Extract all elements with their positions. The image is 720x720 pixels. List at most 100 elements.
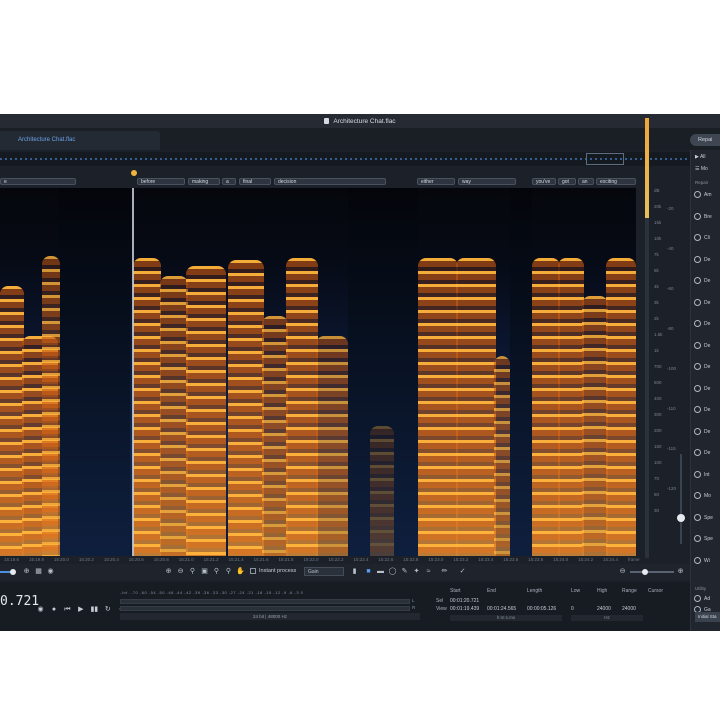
time-selection-icon[interactable]: ▮ (350, 567, 359, 576)
module-item[interactable]: De (694, 384, 720, 395)
module-item[interactable]: De (694, 405, 720, 416)
view-start-value[interactable]: 00:01:19.439 (450, 606, 479, 612)
lasso-icon[interactable]: ◯ (388, 567, 397, 576)
module-item[interactable]: Int (694, 470, 720, 481)
module-item[interactable]: De (694, 319, 720, 330)
zoom-knob[interactable] (642, 569, 648, 575)
zoom-frequency-icon[interactable]: ⚲ (224, 567, 233, 576)
repair-assistant-button[interactable]: Repai (690, 134, 720, 146)
word-chip[interactable]: a (222, 178, 236, 185)
module-item[interactable]: De (694, 448, 720, 459)
module-item[interactable]: Wi (694, 556, 720, 567)
sample-format: 24 bit | 48000 Hz (120, 613, 420, 620)
headphones-icon[interactable]: ◉ (36, 605, 45, 613)
grid-icon[interactable]: ▦ (34, 567, 43, 576)
module-icon (694, 535, 701, 543)
overview-viewport-box[interactable] (586, 153, 624, 165)
view-high-value[interactable]: 24000 (597, 606, 611, 612)
zoom-knob[interactable] (10, 569, 16, 575)
module-item[interactable]: De (694, 255, 720, 266)
word-chip[interactable]: got (558, 178, 576, 185)
time-ruler-tick: 15:23.8 (528, 557, 544, 562)
module-chain-toggle[interactable]: ☰ Mo (695, 166, 708, 172)
play-icon[interactable]: ▶ (76, 605, 85, 613)
initial-state-button[interactable]: Initial Sta (695, 612, 720, 622)
playback-cursor[interactable] (132, 188, 134, 556)
vertical-zoom-slider[interactable] (676, 454, 686, 544)
word-chip[interactable]: final (239, 178, 271, 185)
module-item[interactable]: Bre (694, 212, 720, 223)
module-item[interactable]: De (694, 276, 720, 287)
pause-icon[interactable]: ▮▮ (90, 605, 99, 613)
harmonic-selection-icon[interactable]: ≈ (424, 567, 433, 576)
word-chip[interactable]: you've (532, 178, 556, 185)
module-item[interactable]: De (694, 427, 720, 438)
time-format-select[interactable]: h:m:s.ms (450, 615, 562, 621)
tab-architecture-chat[interactable]: Architecture Chat.flac (0, 131, 160, 150)
frequency-unit-select[interactable]: Hz (571, 615, 643, 621)
horizontal-zoom-slider-left[interactable] (0, 569, 16, 575)
vertical-zoom-knob[interactable] (677, 514, 685, 522)
time-display[interactable]: 0.721 (0, 594, 39, 609)
instant-process-checkbox[interactable] (250, 568, 256, 574)
utility-module-item[interactable]: Ad (694, 594, 720, 605)
word-chip[interactable]: decision (274, 178, 386, 185)
module-item[interactable]: Cli (694, 233, 720, 244)
module-label: De (704, 385, 711, 392)
zoom-in-icon[interactable]: ⊕ (164, 567, 173, 576)
module-item[interactable]: Am (694, 190, 720, 201)
waveform-overview[interactable] (0, 152, 690, 166)
all-modules-filter[interactable]: ▶ All (695, 154, 706, 160)
module-item[interactable]: Mo (694, 491, 720, 502)
loop-icon[interactable]: ↻ (103, 605, 112, 613)
frequency-selection-icon[interactable]: ■ (364, 567, 373, 576)
zoom-in-icon[interactable]: ⊕ (676, 567, 685, 576)
module-item[interactable]: Spe (694, 513, 720, 524)
view-end-value[interactable]: 00:01:24.565 (487, 606, 516, 612)
word-chip[interactable]: way (458, 178, 516, 185)
pencil-icon[interactable]: ✏ (440, 567, 449, 576)
time-frequency-selection-icon[interactable]: ▬ (376, 567, 385, 576)
horizontal-zoom-slider-right[interactable] (630, 569, 674, 575)
speech-energy-band (582, 296, 608, 556)
skip-back-icon[interactable]: ⏮ (63, 606, 72, 614)
speech-energy-band (0, 286, 24, 556)
instant-process-mode-select[interactable]: Gain (304, 567, 344, 576)
zoom-in-icon[interactable]: ⊕ (22, 567, 31, 576)
zoom-out-icon[interactable]: ⊖ (176, 567, 185, 576)
record-icon[interactable]: ● (49, 606, 58, 613)
speech-energy-band (606, 258, 636, 556)
brush-icon[interactable]: ✎ (400, 567, 409, 576)
zoom-fit-icon[interactable]: ▣ (200, 567, 209, 576)
view-range-value[interactable]: 24000 (622, 606, 636, 612)
magic-wand-icon[interactable]: ✦ (412, 567, 421, 576)
word-chip[interactable]: an (578, 178, 594, 185)
word-chip[interactable]: exciting (596, 178, 636, 185)
module-label: De (704, 428, 711, 435)
hand-tool-icon[interactable]: ✋ (236, 567, 245, 576)
module-item[interactable]: De (694, 362, 720, 373)
zoom-out-icon[interactable]: ⊖ (618, 567, 627, 576)
word-chip[interactable]: e (0, 178, 76, 185)
settings-icon[interactable]: ◉ (46, 567, 55, 576)
time-ruler-tick: 15:24.0 (553, 557, 569, 562)
time-ruler-tick: 15:23.4 (478, 557, 494, 562)
freq-tick: 4k (654, 284, 659, 289)
sel-start-value[interactable]: 00:01:20.721 (450, 598, 479, 604)
freq-tick: 1.5k (654, 332, 663, 337)
word-chip[interactable]: before (137, 178, 185, 185)
checkmark-icon[interactable]: ✓ (458, 567, 467, 576)
view-low-value[interactable]: 0 (571, 606, 574, 612)
word-chip[interactable]: either (417, 178, 455, 185)
module-icon (694, 298, 701, 306)
module-item[interactable]: De (694, 298, 720, 309)
view-length-value[interactable]: 00:00:05.126 (527, 606, 556, 612)
module-label: De (704, 256, 711, 263)
word-chip[interactable]: making (188, 178, 220, 185)
zoom-selection-icon[interactable]: ⚲ (188, 567, 197, 576)
module-item[interactable]: De (694, 341, 720, 352)
module-item[interactable]: Spe (694, 534, 720, 545)
spectrogram-view[interactable] (0, 188, 636, 556)
speech-energy-band (456, 258, 496, 556)
zoom-time-icon[interactable]: ⚲ (212, 567, 221, 576)
